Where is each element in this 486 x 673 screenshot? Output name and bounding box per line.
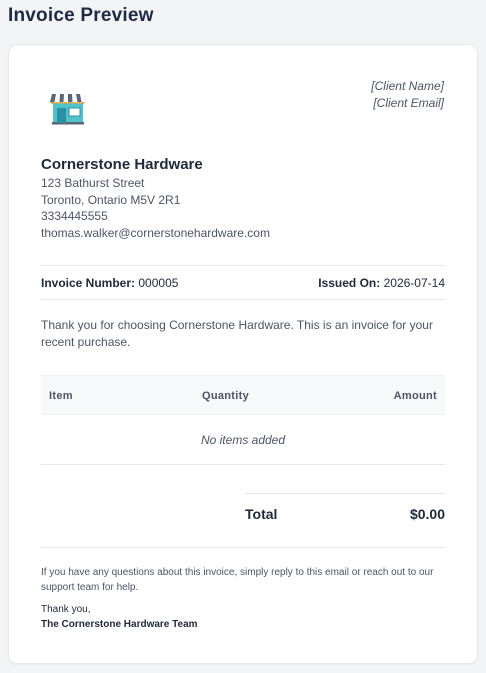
table-header: Item Quantity Amount	[41, 375, 445, 415]
total-row: Total $0.00	[245, 493, 445, 533]
company-phone: 3334445555	[41, 209, 108, 224]
company-name: Cornerstone Hardware	[41, 156, 203, 173]
storefront-icon	[50, 94, 86, 125]
items-table: Item Quantity Amount No items added	[41, 375, 445, 465]
client-info: [Client Name] [Client Email]	[371, 78, 444, 112]
company-street: 123 Bathurst Street	[41, 176, 145, 190]
footer-note: If you have any questions about this inv…	[41, 567, 434, 593]
invoice-number: Invoice Number: 000005	[41, 276, 178, 290]
client-name: [Client Name]	[371, 79, 444, 93]
issued-on-value: 2026-07-14	[383, 276, 445, 290]
invoice-number-label: Invoice Number:	[41, 276, 136, 290]
invoice-number-value: 000005	[138, 276, 179, 290]
divider	[41, 265, 445, 266]
invoice-message: Thank you for choosing Cornerstone Hardw…	[41, 318, 433, 349]
divider	[41, 547, 445, 548]
total-label: Total	[245, 506, 278, 522]
column-header-amount: Amount	[393, 390, 437, 402]
company-email: thomas.walker@cornerstonehardware.com	[41, 226, 270, 241]
invoice-card: [Client Name] [Client Email] Cornerstone…	[8, 44, 478, 664]
column-header-item: Item	[49, 390, 73, 402]
page-title: Invoice Preview	[8, 5, 154, 26]
invoice-meta: Invoice Number: 000005 Issued On: 2026-0…	[41, 275, 445, 291]
signoff-team: The Cornerstone Hardware Team	[41, 619, 198, 630]
total-value: $0.00	[409, 506, 445, 522]
divider	[41, 299, 445, 300]
column-header-quantity: Quantity	[202, 390, 250, 402]
signoff-thanks: Thank you,	[41, 604, 91, 615]
empty-table-message: No items added	[41, 415, 445, 465]
issued-on-label: Issued On:	[318, 276, 381, 290]
client-email: [Client Email]	[373, 96, 444, 110]
company-city: Toronto, Ontario M5V 2R1	[41, 192, 181, 207]
issued-on: Issued On: 2026-07-14	[318, 275, 445, 291]
company-info: Cornerstone Hardware 123 Bathurst Street…	[41, 155, 270, 242]
signoff: Thank you, The Cornerstone Hardware Team	[41, 602, 198, 632]
